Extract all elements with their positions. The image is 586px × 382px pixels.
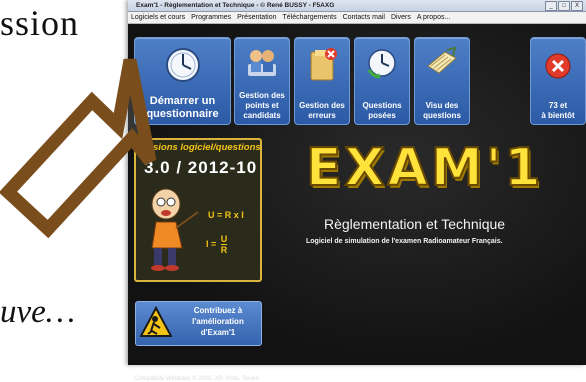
contribute-button[interactable]: Contribuez à l'amélioration d'Exam'1 xyxy=(135,301,262,346)
folder-error-icon xyxy=(305,46,339,87)
main-content: Démarrer un questionnaire Gestion des po… xyxy=(128,24,586,382)
version-title: Versions logiciel/questions xyxy=(138,142,261,153)
menu-a-propos[interactable]: A propos... xyxy=(414,12,453,23)
exit-button[interactable]: 73 et à bientôt xyxy=(530,37,586,125)
version-value: 3.0 / 2012-10 xyxy=(144,158,258,177)
window-controls: _ □ X xyxy=(545,1,583,11)
menu-presentation[interactable]: Présentation xyxy=(234,12,279,23)
view-questions-label: Visu des questions xyxy=(423,101,461,120)
maximize-button[interactable]: □ xyxy=(558,1,570,11)
notes-icon xyxy=(425,46,459,81)
manage-points-candidates-button[interactable]: Gestion des points et candidats xyxy=(234,37,290,125)
people-icon xyxy=(245,46,279,83)
clock-refresh-icon xyxy=(365,46,399,85)
window-titlebar[interactable]: Exam'1 - Règlementation et Technique - ©… xyxy=(128,0,586,12)
menu-telechargements[interactable]: Téléchargements xyxy=(279,12,339,23)
app-subtitle: Règlementation et Technique xyxy=(324,216,506,232)
slide-background-text-top: ssion xyxy=(0,3,80,43)
menu-programmes[interactable]: Programmes xyxy=(188,12,234,23)
app-logo-title: EXAM'1 xyxy=(305,137,544,199)
start-questionnaire-label: Démarrer un questionnaire xyxy=(146,95,219,120)
menu-bar: Logiciels et cours Programmes Présentati… xyxy=(128,12,586,24)
minimize-button[interactable]: _ xyxy=(545,1,557,11)
window-title: Exam'1 - Règlementation et Technique - ©… xyxy=(136,2,335,9)
compatibility-note: Compatible Windows ® 2000, XP, Vista, Se… xyxy=(134,376,259,382)
menu-logiciels-et-cours[interactable]: Logiciels et cours xyxy=(128,12,188,23)
questions-posed-label: Questions posées xyxy=(362,101,402,120)
close-icon xyxy=(544,52,572,85)
clock-icon xyxy=(164,46,202,89)
view-questions-button[interactable]: Visu des questions xyxy=(414,37,470,125)
exam1-window: Exam'1 - Règlementation et Technique - ©… xyxy=(128,0,586,382)
start-questionnaire-button[interactable]: Démarrer un questionnaire xyxy=(134,37,231,125)
construction-worker-icon xyxy=(139,305,173,345)
slide-background-text-bottom: uve… xyxy=(0,294,76,330)
manage-points-label: Gestion des points et candidats xyxy=(239,91,285,120)
cartoon-teacher-image xyxy=(142,184,204,280)
version-panel: Versions logiciel/questions 3.0 / 2012-1… xyxy=(134,138,262,282)
menu-contacts-mail[interactable]: Contacts mail xyxy=(340,12,388,23)
ohm-law-formula: U = R x I xyxy=(208,210,244,220)
manage-errors-label: Gestion des erreurs xyxy=(299,101,345,120)
app-tagline: Logiciel de simulation de l'examen Radio… xyxy=(306,238,503,245)
close-window-button[interactable]: X xyxy=(571,1,583,11)
contribute-label: Contribuez à l'amélioration d'Exam'1 xyxy=(192,306,244,337)
exit-label: 73 et à bientôt xyxy=(541,101,575,120)
manage-errors-button[interactable]: Gestion des erreurs xyxy=(294,37,350,125)
menu-divers[interactable]: Divers xyxy=(388,12,414,23)
questions-posed-button[interactable]: Questions posées xyxy=(354,37,410,125)
current-formula: I = U R xyxy=(206,234,228,255)
